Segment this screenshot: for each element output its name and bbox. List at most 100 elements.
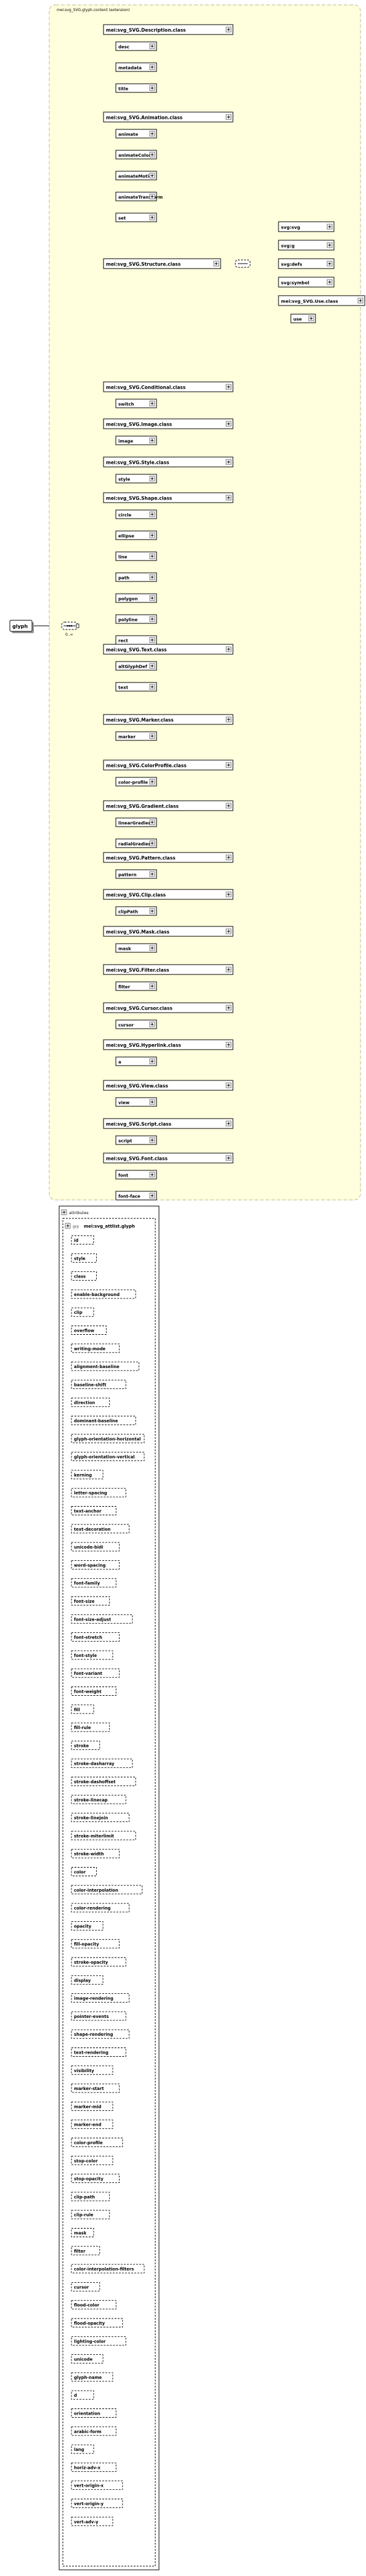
attribute-label: cursor <box>74 2285 89 2290</box>
class-box: mei:svg_SVG.Mask.class <box>103 926 234 937</box>
structure-subelement: svg:g <box>278 240 335 251</box>
class-box: mei:svg_SVG.Font.class <box>103 1152 234 1164</box>
attribute-label: dominant-baseline <box>74 1419 118 1424</box>
attribute-item: image-rendering <box>71 1993 129 2003</box>
attribute-item: clip-rule <box>71 2209 110 2219</box>
attribute-item: marker-start <box>71 2083 120 2093</box>
attribute-item: orientation <box>71 2408 116 2418</box>
box-label: mei:svg_SVG.Image.class <box>106 422 173 427</box>
attribute-label: font-family <box>74 1581 100 1586</box>
attribute-item: d <box>71 2390 94 2400</box>
attribute-item: fill <box>71 1704 94 1714</box>
class-box: mei:svg_SVG.Filter.class <box>103 964 234 975</box>
class-box: mei:svg_SVG.Conditional.class <box>103 381 234 392</box>
box-label: set <box>118 216 126 221</box>
box-label: switch <box>118 402 134 407</box>
compositor-end <box>76 623 79 628</box>
attribute-item: stroke-dasharray <box>71 1759 133 1768</box>
attribute-item: glyph-orientation-horizontal <box>71 1433 145 1443</box>
class-box: mei:svg_SVG.Clip.class <box>103 889 234 900</box>
attribute-item: flood-opacity <box>71 2318 123 2328</box>
attribute-item: font-family <box>71 1578 116 1588</box>
box-label: animateTransform <box>118 195 163 200</box>
attribute-label: baseline-shift <box>74 1382 107 1387</box>
attribute-label: clip-path <box>74 2195 95 2200</box>
class-box: mei:svg_SVG.Animation.class <box>103 111 234 123</box>
attribute-label: mask <box>74 2231 87 2236</box>
box-label: title <box>118 87 128 92</box>
attribute-label: stroke <box>74 1743 89 1748</box>
attribute-item: baseline-shift <box>71 1379 126 1389</box>
dot <box>67 625 69 627</box>
box-label: style <box>118 477 130 482</box>
attribute-item: marker-end <box>71 2120 113 2129</box>
attribute-label: flood-opacity <box>74 2321 105 2326</box>
attribute-label: text-anchor <box>74 1509 102 1514</box>
box-label: svg:svg <box>281 225 300 230</box>
box-label: use <box>293 317 302 322</box>
attribute-label: letter-spacing <box>74 1491 107 1496</box>
box-label: mei:svg_SVG.Use.class <box>281 299 338 304</box>
attribute-label: stroke-dashoffset <box>74 1780 116 1784</box>
box-label: path <box>118 576 129 581</box>
attribute-label: stop-color <box>74 2158 98 2163</box>
attribute-item: text-anchor <box>71 1506 116 1515</box>
attribute-item: enable-background <box>71 1289 136 1299</box>
box-label: mei:svg_SVG.Marker.class <box>106 718 174 723</box>
attribute-label: lighting-color <box>74 2339 106 2344</box>
structure-subelement: svg:defs <box>278 258 335 269</box>
box-label: mei:svg_SVG.Text.class <box>106 647 167 653</box>
attribute-item: arabic-form <box>71 2426 116 2436</box>
attribute-item: text-decoration <box>71 1524 129 1534</box>
attribute-label: color <box>74 1870 86 1875</box>
box-label: font <box>118 1173 129 1178</box>
attribute-item: pointer-events <box>71 2011 126 2021</box>
attribute-label: vert-adv-y <box>74 2519 99 2524</box>
attribute-label: stroke-linecap <box>74 1797 108 1802</box>
box-label: mei:svg_SVG.View.class <box>106 1083 168 1089</box>
attribute-item: stroke-linejoin <box>71 1813 129 1823</box>
attribute-item: overflow <box>71 1326 107 1335</box>
class-box: mei:svg_SVG.ColorProfile.class <box>103 759 234 771</box>
attribute-item: font-variant <box>71 1668 120 1678</box>
attribute-label: font-variant <box>74 1671 103 1676</box>
box-label: svg:defs <box>281 262 302 267</box>
box-label: altGlyphDef <box>118 665 148 670</box>
structure-subelement: svg:symbol <box>278 277 335 288</box>
attribute-label: text-decoration <box>74 1527 111 1532</box>
attribute-label: vert-origin-y <box>74 2501 104 2506</box>
attribute-item: marker-mid <box>71 2101 113 2111</box>
box-label: pattern <box>118 873 137 878</box>
attribute-label: flood-color <box>74 2303 100 2308</box>
attribute-label: style <box>74 1256 86 1261</box>
attribute-label: marker-mid <box>74 2104 102 2109</box>
attribute-label: unicode <box>74 2357 93 2362</box>
attribute-label: shape-rendering <box>74 2032 113 2037</box>
attribute-label: visibility <box>74 2068 94 2073</box>
attribute-item: vert-adv-y <box>71 2516 113 2526</box>
cardinality: 0..∞ <box>65 633 73 637</box>
box-label: mei:svg_SVG.Gradient.class <box>106 804 179 809</box>
box-label: mei:svg_SVG.ColorProfile.class <box>106 763 187 769</box>
class-box: mei:svg_SVG.Hyperlink.class <box>103 1039 234 1050</box>
structure-subelement: mei:svg_SVG.Use.class <box>278 295 365 306</box>
box-label: mei:svg_SVG.Clip.class <box>106 893 166 898</box>
attribute-label: horiz-adv-x <box>74 2465 101 2470</box>
attribute-label: stop-opacity <box>74 2177 104 2182</box>
box-label: mei:svg_SVG.Mask.class <box>106 930 170 935</box>
box-label: mei:svg_SVG.Hyperlink.class <box>106 1043 181 1048</box>
diagram-nodes: mei:svg_SVG.glyph.content (extension) gly… <box>9 4 365 2570</box>
box-label: animateColor <box>118 153 151 158</box>
attribute-label: font-stretch <box>74 1635 102 1640</box>
class-box: mei:svg_SVG.Marker.class <box>103 714 234 725</box>
box-label: line <box>118 555 128 560</box>
attribute-item: shape-rendering <box>71 2029 129 2039</box>
attribute-label: filter <box>74 2249 86 2254</box>
dot <box>68 625 71 627</box>
box-label: mask <box>118 947 131 952</box>
box-label: mei:svg_SVG.Font.class <box>106 1156 168 1162</box>
class-box: mei:svg_SVG.Structure.class <box>103 258 221 269</box>
attribute-label: glyph-orientation-vertical <box>74 1455 135 1460</box>
schema-diagram: mei:svg_SVG.glyph.content (extension) gly… <box>9 4 365 2570</box>
attribute-label: marker-end <box>74 2123 102 2128</box>
